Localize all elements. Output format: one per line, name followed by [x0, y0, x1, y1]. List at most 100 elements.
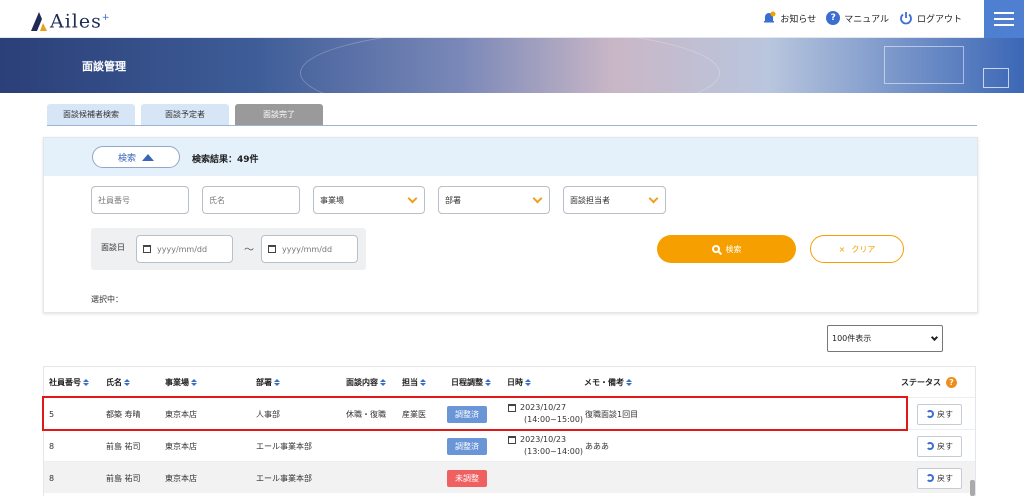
status-badge: 調整済	[447, 405, 487, 423]
cell-name: 都築 寿晴	[106, 409, 141, 419]
tab-bar: 面談候補者検索 面談予定者 面談完了	[47, 104, 323, 125]
search-button-label: 検索	[725, 244, 742, 254]
employee-number-placeholder: 社員番号	[98, 195, 130, 205]
date-range-separator: ～	[244, 245, 254, 256]
tab-scheduled[interactable]: 面談予定者	[141, 104, 229, 125]
page-banner: 面談管理	[0, 38, 1024, 93]
tab-divider	[47, 125, 977, 126]
cell-content: 休職・復職	[346, 409, 386, 419]
search-panel-header: 検索 検索結果：49件	[44, 138, 977, 176]
revert-button-label: 戻す	[937, 409, 953, 419]
cell-datetime: 2023/10/27 (14:00~15:00)	[508, 398, 583, 430]
tab-completed[interactable]: 面談完了	[235, 104, 323, 125]
bell-icon	[764, 11, 776, 23]
header-schedule[interactable]: 日程調整	[451, 377, 491, 388]
name-input[interactable]: 氏名	[202, 186, 300, 214]
menu-bar-icon	[994, 24, 1014, 26]
close-icon: ×	[838, 244, 846, 254]
revert-button[interactable]: 戻す	[917, 403, 962, 425]
date-to-input[interactable]: yyyy/mm/dd	[261, 235, 358, 263]
undo-icon	[926, 474, 934, 482]
cell-office: 東京本店	[165, 441, 197, 451]
cell-time: (14:00~15:00)	[524, 415, 584, 424]
cell-schedule: 未調整	[447, 462, 487, 494]
search-toggle-button[interactable]: 検索	[92, 146, 180, 168]
undo-icon	[926, 442, 934, 450]
selected-label: 選択中：	[91, 295, 123, 304]
app-logo[interactable]: Ailes+	[30, 8, 110, 32]
header-staff[interactable]: 担当	[402, 377, 426, 388]
interview-date-label: 面談日	[101, 243, 125, 252]
scrollbar-thumb[interactable]	[970, 480, 975, 496]
per-page-select[interactable]: 100件表示	[827, 325, 943, 352]
notice-label: お知らせ	[780, 14, 817, 25]
cell-time: (13:00~14:00)	[524, 447, 584, 456]
header-links: お知らせ ? マニュアル ログアウト	[762, 11, 962, 25]
sort-icon	[83, 379, 89, 386]
status-badge: 調整済	[447, 437, 487, 455]
cell-memo[interactable]: 復職面談1回目	[585, 398, 638, 430]
sort-icon	[274, 379, 280, 386]
search-panel: 検索 検索結果：49件 社員番号 氏名 事業場 部署 面談担当者 面談日 yyy…	[43, 137, 978, 313]
interview-date-range: 面談日 yyyy/mm/dd ～ yyyy/mm/dd	[91, 228, 366, 270]
header-emp-no[interactable]: 社員番号	[49, 377, 89, 388]
cell-schedule: 調整済	[447, 398, 487, 430]
sort-icon	[124, 379, 130, 386]
cell-office: 東京本店	[165, 473, 197, 483]
date-from-placeholder: yyyy/mm/dd	[157, 244, 208, 254]
cell-office: 東京本店	[165, 409, 197, 419]
table-row[interactable]: 8 前島 祐司 東京本店 エール事業本部 調整済 2023/10/23 (13:0…	[44, 429, 975, 461]
employee-number-input[interactable]: 社員番号	[91, 186, 189, 214]
header-dept[interactable]: 部署	[256, 377, 280, 388]
department-select-value: 部署	[445, 195, 461, 205]
manual-link[interactable]: ? マニュアル	[826, 11, 889, 25]
name-placeholder: 氏名	[209, 195, 225, 205]
help-icon[interactable]: ?	[946, 377, 957, 388]
banner-decoration	[300, 38, 720, 93]
undo-icon	[926, 410, 934, 418]
header-name[interactable]: 氏名	[106, 377, 130, 388]
date-from-input[interactable]: yyyy/mm/dd	[136, 235, 233, 263]
staff-select[interactable]: 面談担当者	[563, 186, 666, 214]
banner-decoration	[884, 46, 964, 84]
calendar-icon	[143, 245, 151, 253]
clear-button[interactable]: × クリア	[810, 235, 904, 263]
banner-decoration	[983, 68, 1009, 88]
search-button[interactable]: 検索	[657, 235, 796, 263]
header-content[interactable]: 面談内容	[346, 377, 386, 388]
cell-action: 戻す	[917, 462, 962, 494]
revert-button[interactable]: 戻す	[917, 435, 962, 457]
revert-button[interactable]: 戻す	[917, 467, 962, 489]
cell-date: 2023/10/23	[520, 435, 567, 444]
cell-emp-no: 8	[49, 441, 55, 451]
hamburger-menu-button[interactable]	[984, 0, 1024, 38]
power-icon	[900, 12, 912, 25]
table-row[interactable]: 8 前島 祐司 東京本店 エール事業本部 未調整 戻す	[44, 461, 975, 493]
search-icon	[711, 245, 720, 253]
staff-select-value: 面談担当者	[570, 195, 610, 205]
logo-text: Ailes+	[50, 10, 111, 32]
header-datetime[interactable]: 日時	[507, 377, 531, 388]
cell-dept: エール事業本部	[256, 473, 312, 483]
sort-icon	[626, 379, 632, 386]
tab-candidate-search[interactable]: 面談候補者検索	[47, 104, 135, 125]
cell-datetime: 2023/10/23 (13:00~14:00)	[508, 430, 583, 462]
clear-button-label: クリア	[851, 244, 876, 254]
cell-action: 戻す	[917, 398, 962, 430]
logout-link[interactable]: ログアウト	[899, 11, 962, 25]
header-memo[interactable]: メモ・備考	[584, 377, 632, 388]
cell-memo[interactable]: あああ	[585, 430, 609, 462]
notice-link[interactable]: お知らせ	[762, 11, 816, 25]
office-select[interactable]: 事業場	[313, 186, 425, 214]
per-page-value: 100件表示	[832, 334, 872, 343]
sort-icon	[380, 379, 386, 386]
sort-icon	[485, 379, 491, 386]
cell-emp-no: 8	[49, 473, 55, 483]
table-row[interactable]: 5 都築 寿晴 東京本店 人事部 休職・復職 産業医 調整済 2023/10/2…	[44, 397, 975, 429]
cell-dept: エール事業本部	[256, 441, 312, 451]
cell-schedule: 調整済	[447, 430, 487, 462]
chevron-down-icon	[648, 193, 659, 203]
header-office[interactable]: 事業場	[165, 377, 197, 388]
logout-label: ログアウト	[916, 14, 962, 25]
department-select[interactable]: 部署	[438, 186, 550, 214]
